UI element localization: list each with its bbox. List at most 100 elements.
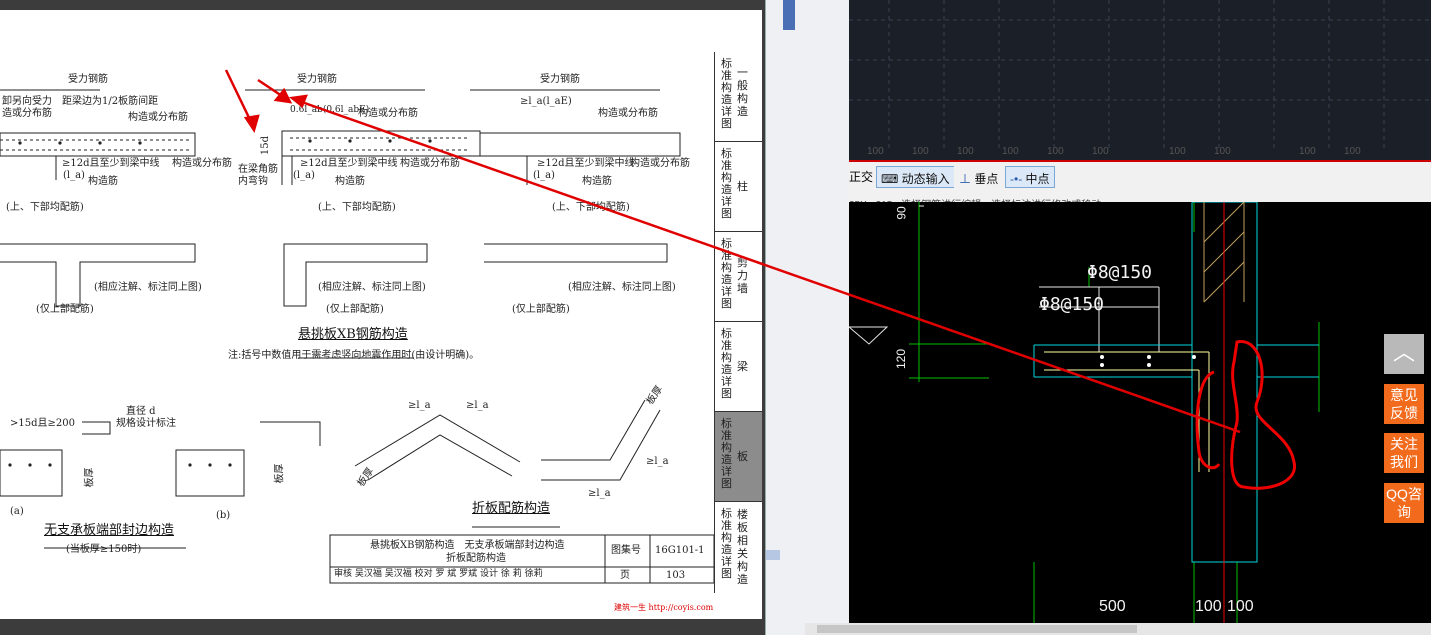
section-title: 悬挑板XB钢筋构造	[298, 327, 408, 342]
caption-text: (相应注解、标注同上图)	[94, 282, 202, 293]
note-text: ≥l_a	[646, 456, 669, 467]
caption-text: (上、下部均配筋)	[318, 202, 396, 213]
scroll-marker	[766, 550, 780, 560]
ortho-toggle[interactable]: 正交	[849, 168, 873, 185]
ruler-tick: 100	[1002, 146, 1019, 157]
sidebar-label: 梁	[737, 360, 748, 373]
note-text: 在梁角筋	[238, 164, 278, 175]
note-text: ≥l_a	[466, 400, 489, 411]
note-text: 构造筋	[88, 176, 118, 187]
note-text: 板厚	[84, 467, 96, 488]
vertical-scroll-thumb[interactable]	[783, 0, 795, 30]
rebar-label: 受力钢筋	[297, 74, 337, 85]
dynamic-input-label: 动态输入	[901, 172, 950, 186]
ruler-tick: 100	[867, 146, 884, 157]
sidebar-label: 一般构造	[737, 66, 748, 118]
chapter-sidebar: 标准构造详图 一般构造 标准构造详图柱 标准构造详图 剪力墙 标准构造详图梁 标准构…	[714, 52, 762, 593]
note-text: (l_a)	[533, 170, 555, 181]
back-to-top-button[interactable]: ︿	[1384, 334, 1424, 374]
sidebar-item-shear-wall[interactable]: 标准构造详图 剪力墙	[715, 232, 762, 322]
note-text: 构造或分布筋	[630, 158, 690, 169]
note-text: 板厚	[274, 463, 286, 484]
note-text: 构造或分布筋	[598, 108, 658, 119]
sidebar-label: 楼板相关构造	[737, 508, 748, 586]
dimension-500[interactable]: 500	[1099, 598, 1126, 616]
top-dimension[interactable]: 90	[895, 206, 909, 219]
atlas-number: 16G101-1	[655, 545, 705, 556]
ruler-tick: 100	[1047, 146, 1064, 157]
note-text: ≥12d且至少到梁中线	[62, 158, 160, 169]
horizontal-scrollbar[interactable]	[805, 623, 1431, 635]
sidebar-label: 标准构造详图	[721, 237, 732, 310]
signatures: 审核 吴汉福 吴汉福 校对 罗 斌 罗斌 设计 徐 莉 徐莉	[334, 569, 543, 579]
sidebar-label: 板	[737, 450, 748, 463]
atlas-page: 受力钢筋 受力钢筋 受力钢筋 卸另向受力 造或分布筋 距梁边为1/2板筋间距 构…	[0, 10, 762, 619]
cad-status-bar: 正交 ⌨ 动态输入 ⊥ 垂点 -•- 中点 25X - 315 - 选择钢筋进行…	[849, 160, 1431, 204]
dimension-100[interactable]: 100	[1227, 598, 1254, 616]
sidebar-label: 标准构造详图	[721, 57, 732, 130]
ruler-tick: 100	[957, 146, 974, 157]
note-text: 规格设计标注	[116, 418, 176, 429]
thickness-dimension[interactable]: 120	[894, 349, 908, 369]
perpendicular-snap-toggle[interactable]: ⊥ 垂点	[954, 166, 1004, 188]
ruler-tick: 100	[912, 146, 929, 157]
rebar-annotation[interactable]: Φ8@150	[1039, 294, 1104, 315]
section-title: 折板配筋构造	[472, 501, 551, 516]
note-text: 造或分布筋	[2, 108, 52, 119]
scroll-thumb[interactable]	[817, 625, 1137, 633]
section-subtitle: (当板厚≥150时)	[66, 544, 142, 555]
note-text: 构造或分布筋	[400, 158, 460, 169]
note-text: 构造筋	[582, 176, 612, 187]
note-text: 直径 d	[126, 406, 156, 417]
page-label: 页	[620, 570, 630, 581]
caption-text: (仅上部配筋)	[512, 304, 570, 315]
caption-text: (仅上部配筋)	[326, 304, 384, 315]
pdf-viewer-pane: 受力钢筋 受力钢筋 受力钢筋 卸另向受力 造或分布筋 距梁边为1/2板筋间距 构…	[0, 0, 765, 635]
qq-consult-button[interactable]: QQ咨询	[1384, 483, 1424, 523]
note-text: (l_a)	[63, 170, 85, 181]
cad-drawing-canvas[interactable]: Φ8@150 Φ8@150 120 90 500 100 100	[849, 202, 1431, 623]
ruler-tick: 100	[1169, 146, 1186, 157]
cad-grid	[849, 0, 1431, 150]
atlas-label: 图集号	[611, 545, 641, 556]
feedback-button[interactable]: 意见反馈	[1384, 384, 1424, 424]
title-block-line1: 悬挑板XB钢筋构造 无支承板端部封边构造	[370, 540, 565, 551]
dimension-100[interactable]: 100	[1195, 598, 1222, 616]
sidebar-item-column[interactable]: 标准构造详图柱	[715, 142, 762, 232]
sidebar-item-slab-related[interactable]: 标准构造详图 楼板相关构造	[715, 502, 762, 593]
rebar-label: 受力钢筋	[68, 74, 108, 85]
ruler-tick: 100	[1092, 146, 1109, 157]
title-block-line2: 折板配筋构造	[446, 553, 506, 564]
midpoint-snap-toggle[interactable]: -•- 中点	[1005, 166, 1055, 188]
follow-us-button[interactable]: 关注我们	[1384, 433, 1424, 473]
midpoint-label: 中点	[1025, 172, 1050, 186]
sidebar-label: 剪力墙	[737, 256, 748, 295]
caption-text: (上、下部均配筋)	[552, 202, 630, 213]
cad-grid-view[interactable]: 100 100 100 100 100 100 100 100 100 100	[849, 0, 1431, 160]
sidebar-item-beam[interactable]: 标准构造详图梁	[715, 322, 762, 412]
ruler: 100 100 100 100 100 100 100 100 100 100	[849, 146, 1431, 158]
dynamic-input-icon: ⌨	[881, 172, 902, 186]
caption-text: (仅上部配筋)	[36, 304, 94, 315]
note-text: 0.6l_ab(0.6l_abE)	[290, 105, 370, 115]
note-text: 构造或分布筋	[128, 112, 188, 123]
window-splitter[interactable]	[765, 0, 849, 635]
sidebar-label: 标准构造详图	[721, 417, 732, 490]
sidebar-item-general[interactable]: 标准构造详图 一般构造	[715, 52, 762, 142]
note-text: 注:括号中数值用于需考虑竖向地震作用时(由设计明确)。	[228, 350, 480, 361]
note-text: 卸另向受力	[2, 96, 52, 107]
dynamic-input-toggle[interactable]: ⌨ 动态输入	[876, 166, 955, 188]
page-number: 103	[666, 570, 686, 581]
ruler-tick: 100	[1299, 146, 1316, 157]
section-title: 无支承板端部封边构造	[44, 523, 175, 538]
sidebar-item-slab[interactable]: 标准构造详图板	[715, 412, 762, 502]
sidebar-label: 标准构造详图	[721, 327, 732, 400]
sidebar-label: 柱	[737, 180, 748, 193]
note-text: >15d且≥200	[10, 418, 75, 429]
note-text: ≥12d且至少到梁中线	[537, 158, 635, 169]
note-text: 距梁边为1/2板筋间距	[62, 96, 159, 107]
rebar-annotation[interactable]: Φ8@150	[1087, 262, 1152, 283]
note-text: 构造或分布筋	[172, 158, 232, 169]
note-text: ≥12d且至少到梁中线	[300, 158, 398, 169]
rebar-label: 受力钢筋	[540, 74, 580, 85]
